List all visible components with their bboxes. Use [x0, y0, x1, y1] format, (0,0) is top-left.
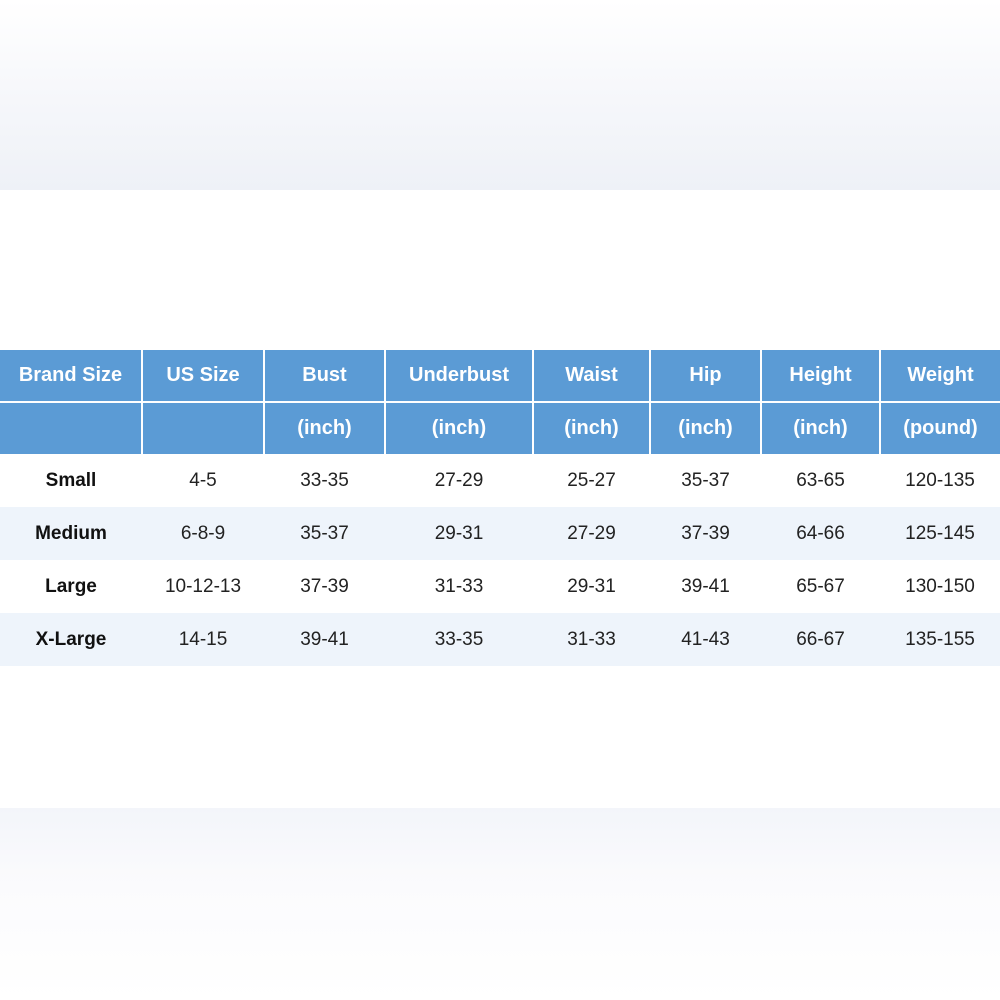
cell-waist: 31-33	[533, 613, 650, 666]
cell-height: 63-65	[761, 454, 880, 507]
cell-us-size: 10-12-13	[142, 560, 264, 613]
cell-weight: 120-135	[880, 454, 1000, 507]
unit-bust: (inch)	[263, 402, 386, 454]
cell-bust: 39-41	[264, 613, 385, 666]
cell-weight: 130-150	[880, 560, 1000, 613]
cell-brand-size: X-Large	[0, 613, 142, 666]
header-waist: Waist	[532, 350, 651, 403]
cell-height: 64-66	[761, 507, 880, 560]
cell-hip: 41-43	[650, 613, 761, 666]
cell-bust: 35-37	[264, 507, 385, 560]
table-row: Medium 6-8-9 35-37 29-31 27-29 37-39 64-…	[0, 507, 1000, 560]
cell-us-size: 14-15	[142, 613, 264, 666]
cell-bust: 37-39	[264, 560, 385, 613]
unit-waist: (inch)	[532, 402, 651, 454]
unit-us-size	[141, 402, 265, 454]
cell-underbust: 27-29	[385, 454, 533, 507]
unit-underbust: (inch)	[384, 402, 534, 454]
header-bust: Bust	[263, 350, 386, 403]
header-row: Brand Size US Size Bust Underbust Waist …	[0, 350, 1000, 403]
table-row: X-Large 14-15 39-41 33-35 31-33 41-43 66…	[0, 613, 1000, 666]
unit-height: (inch)	[760, 402, 881, 454]
unit-brand-size	[0, 402, 143, 454]
cell-waist: 27-29	[533, 507, 650, 560]
header-hip: Hip	[649, 350, 762, 403]
cell-us-size: 6-8-9	[142, 507, 264, 560]
cell-hip: 37-39	[650, 507, 761, 560]
unit-weight: (pound)	[879, 402, 1000, 454]
unit-row: (inch) (inch) (inch) (inch) (inch) (poun…	[0, 402, 1000, 454]
cell-bust: 33-35	[264, 454, 385, 507]
cell-brand-size: Small	[0, 454, 142, 507]
header-underbust: Underbust	[384, 350, 534, 403]
cell-underbust: 31-33	[385, 560, 533, 613]
cell-weight: 135-155	[880, 613, 1000, 666]
cell-brand-size: Medium	[0, 507, 142, 560]
cell-height: 65-67	[761, 560, 880, 613]
top-background-band	[0, 0, 1000, 190]
cell-hip: 39-41	[650, 560, 761, 613]
header-height: Height	[760, 350, 881, 403]
cell-brand-size: Large	[0, 560, 142, 613]
table-row: Small 4-5 33-35 27-29 25-27 35-37 63-65 …	[0, 454, 1000, 507]
cell-hip: 35-37	[650, 454, 761, 507]
cell-height: 66-67	[761, 613, 880, 666]
bottom-background-band	[0, 808, 1000, 1000]
cell-underbust: 33-35	[385, 613, 533, 666]
cell-waist: 29-31	[533, 560, 650, 613]
unit-hip: (inch)	[649, 402, 762, 454]
cell-underbust: 29-31	[385, 507, 533, 560]
cell-waist: 25-27	[533, 454, 650, 507]
table-row: Large 10-12-13 37-39 31-33 29-31 39-41 6…	[0, 560, 1000, 613]
header-us-size: US Size	[141, 350, 265, 403]
cell-us-size: 4-5	[142, 454, 264, 507]
cell-weight: 125-145	[880, 507, 1000, 560]
size-chart-table: Brand Size US Size Bust Underbust Waist …	[0, 350, 1000, 666]
header-weight: Weight	[879, 350, 1000, 403]
header-brand-size: Brand Size	[0, 350, 143, 403]
